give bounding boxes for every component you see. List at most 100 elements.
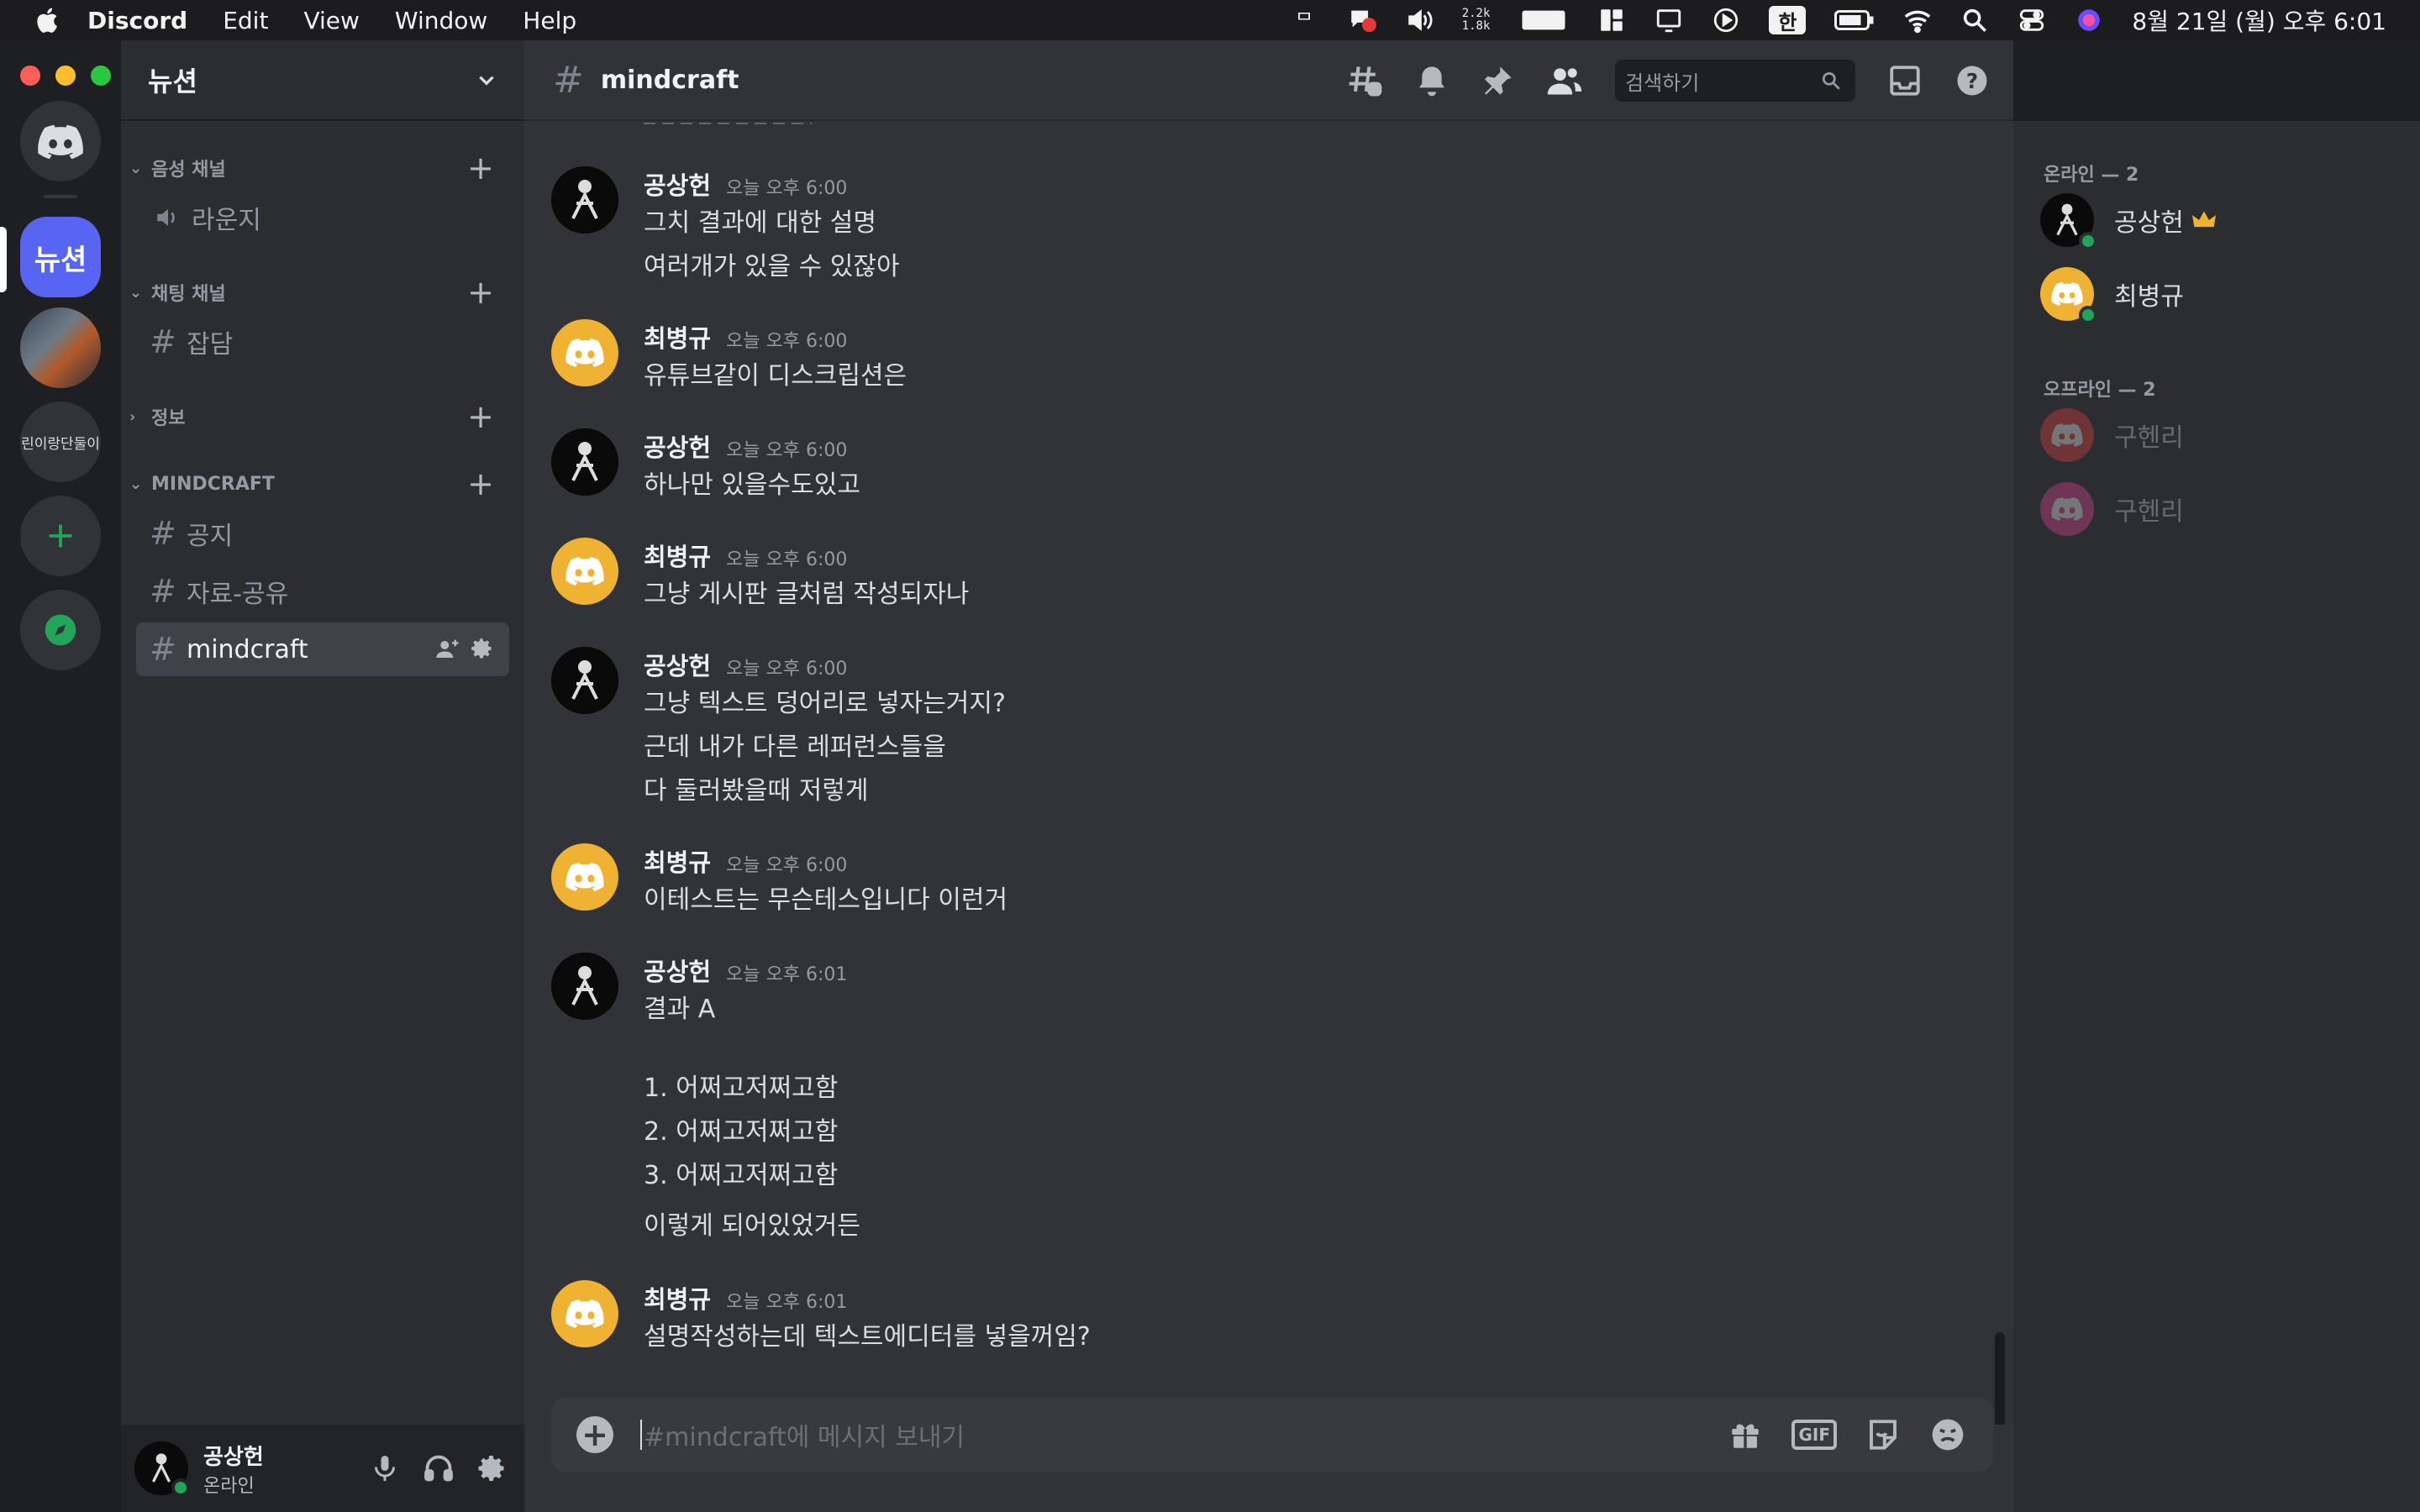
control-center-icon[interactable] [2018, 6, 2046, 34]
author-avatar[interactable] [551, 428, 618, 496]
author-avatar[interactable] [551, 647, 618, 714]
category-mindcraft[interactable]: ⌄ MINDCRAFT + [129, 465, 516, 502]
gift-icon[interactable] [1728, 1417, 1763, 1452]
keyboard-layout-icon[interactable]: ᄆ [1291, 6, 1319, 34]
member-item[interactable]: 공상헌 [2040, 186, 2216, 254]
threads-icon[interactable] [1346, 62, 1383, 99]
menu-window[interactable]: Window [395, 7, 487, 34]
headphones-icon[interactable] [424, 1453, 454, 1483]
menu-help[interactable]: Help [523, 7, 576, 34]
pin-icon[interactable] [1481, 64, 1514, 97]
memory-monitor-icon[interactable] [1518, 6, 1569, 34]
message-author[interactable]: 공상헌 [644, 428, 711, 464]
channel-mindcraft[interactable]: # mindcraft [136, 622, 509, 676]
menu-clock[interactable]: 8월 21일 (월) 오후 6:01 [2132, 3, 2386, 37]
sticker-icon[interactable] [1865, 1417, 1901, 1452]
add-channel-icon[interactable]: + [467, 150, 494, 186]
window-layout-icon[interactable] [1597, 6, 1626, 34]
network-stats: 2.2k 1.8k [1461, 7, 1491, 33]
add-server-button[interactable] [20, 496, 101, 576]
siri-icon[interactable] [2075, 6, 2103, 34]
rail-divider [44, 195, 77, 198]
hash-icon: # [150, 323, 176, 360]
message-timestamp: 오늘 오후 6:00 [726, 549, 848, 570]
message-author[interactable]: 공상헌 [644, 166, 711, 202]
gear-icon[interactable] [471, 637, 494, 660]
user-settings-gear-icon[interactable] [477, 1453, 508, 1483]
user-status: 온라인 [203, 1475, 255, 1497]
help-icon[interactable]: ? [1954, 63, 1990, 98]
chat-notification-icon[interactable] [1348, 6, 1376, 34]
server-icon-text[interactable]: 린이랑단둘이 [20, 402, 101, 482]
input-source-indicator[interactable]: 한 [1769, 6, 1807, 34]
microphone-icon[interactable] [370, 1453, 400, 1483]
author-avatar[interactable] [551, 319, 618, 386]
attach-plus-icon[interactable]: + [576, 1416, 613, 1453]
hash-icon: # [150, 573, 176, 610]
menu-edit[interactable]: Edit [223, 7, 268, 34]
user-avatar[interactable] [134, 1441, 190, 1497]
author-avatar[interactable] [551, 538, 618, 605]
member-avatar [2040, 267, 2097, 324]
menu-view[interactable]: View [303, 7, 359, 34]
category-text[interactable]: ⌄ 채팅 채널 + [129, 274, 516, 311]
volume-icon[interactable] [1405, 6, 1434, 34]
message-cutoff-fragment [644, 123, 812, 126]
member-item[interactable]: 구헨리 [2040, 475, 2184, 543]
display-icon[interactable] [1655, 6, 1683, 34]
explore-servers-button[interactable] [20, 590, 101, 670]
message-text: 다 둘러봤을때 저렇게 [644, 776, 869, 806]
wifi-icon[interactable] [1903, 6, 1932, 34]
battery-icon[interactable] [1834, 6, 1875, 34]
add-channel-icon[interactable]: + [467, 274, 494, 311]
apple-menu-icon[interactable] [34, 6, 59, 34]
category-info[interactable]: › 정보 + [129, 398, 516, 435]
author-avatar[interactable] [551, 1280, 618, 1347]
member-item[interactable]: 구헨리 [2040, 402, 2184, 469]
message-author[interactable]: 공상헌 [644, 647, 711, 682]
close-window-button[interactable] [20, 66, 40, 86]
avatar-figure-icon [551, 953, 618, 1020]
author-avatar[interactable] [551, 953, 618, 1020]
member-list-icon[interactable] [1546, 62, 1583, 99]
menu-app-name[interactable]: Discord [87, 7, 187, 34]
message-text: 하나만 있을수도있고 [644, 470, 860, 500]
play-icon[interactable] [1712, 6, 1740, 34]
message-scrollbar[interactable] [1995, 1332, 2005, 1425]
author-avatar[interactable] [551, 843, 618, 911]
add-channel-icon[interactable]: + [467, 465, 494, 502]
home-button[interactable] [20, 101, 101, 181]
message-timestamp: 오늘 오후 6:00 [726, 331, 848, 352]
message-author[interactable]: 최병규 [644, 319, 711, 354]
channel-voice-lounge[interactable]: 라운지 [136, 191, 509, 244]
channel-header: # mindcraft 검색하기 ? [524, 40, 2013, 121]
channel-notice[interactable]: # 공지 [136, 507, 509, 560]
member-item[interactable]: 최병규 [2040, 260, 2184, 328]
hash-icon: # [553, 58, 584, 102]
inbox-icon[interactable] [1887, 63, 1923, 98]
message-input[interactable]: #mindcraft에 메시지 보내기 [644, 1416, 965, 1453]
search-input[interactable]: 검색하기 [1615, 60, 1855, 102]
message-composer[interactable]: + #mindcraft에 메시지 보내기 GIF [551, 1398, 1993, 1472]
spotlight-search-icon[interactable] [1960, 6, 1989, 34]
channel-resources[interactable]: # 자료-공유 [136, 564, 509, 618]
message-author[interactable]: 최병규 [644, 538, 711, 573]
guild-header[interactable]: 뉴션 [121, 40, 524, 121]
add-channel-icon[interactable]: + [467, 398, 494, 435]
message-author[interactable]: 최병규 [644, 1280, 711, 1315]
message-list-item: 2. 어쩌고저쩌고함 [644, 1117, 839, 1147]
message-author[interactable]: 최병규 [644, 843, 711, 879]
author-avatar[interactable] [551, 166, 618, 234]
zoom-window-button[interactable] [91, 66, 111, 86]
server-icon-active[interactable]: 뉴션 [20, 217, 101, 297]
invite-user-icon[interactable] [435, 637, 460, 662]
message-author[interactable]: 공상헌 [644, 953, 711, 988]
minimize-window-button[interactable] [55, 66, 76, 86]
channel-chat[interactable]: # 잡담 [136, 315, 509, 369]
category-voice[interactable]: ⌄ 음성 채널 + [129, 150, 516, 186]
notification-bell-icon[interactable] [1415, 64, 1449, 97]
emoji-icon[interactable] [1929, 1416, 1966, 1453]
server-icon-game[interactable] [20, 307, 101, 388]
channel-sidebar: 뉴션 ⌄ 음성 채널 + 라운지 ⌄ 채팅 채널 + # 잡담 › 정보 + ⌄ [121, 40, 524, 1512]
gif-button[interactable]: GIF [1791, 1420, 1837, 1450]
